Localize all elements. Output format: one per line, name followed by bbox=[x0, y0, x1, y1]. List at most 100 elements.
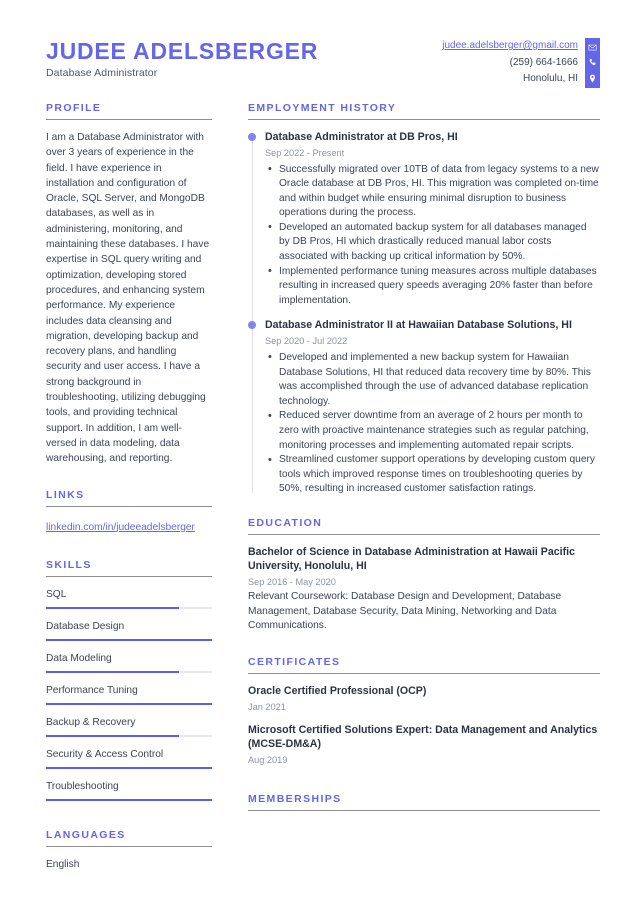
contact-email[interactable]: judee.adelsberger@gmail.com bbox=[442, 38, 578, 55]
section-divider bbox=[248, 533, 600, 535]
skill-row: SQL bbox=[46, 587, 212, 609]
section-title-certificates: CERTIFICATES bbox=[248, 656, 341, 669]
contact-block: judee.adelsberger@gmail.com (259) 664-16… bbox=[442, 32, 600, 88]
employment-entry: Database Administrator at DB Pros, HI Sep… bbox=[248, 130, 600, 318]
employment-bullet: Developed and implemented a new backup s… bbox=[265, 350, 600, 409]
timeline-dot-icon bbox=[248, 133, 256, 141]
contact-lines: judee.adelsberger@gmail.com (259) 664-16… bbox=[442, 38, 585, 88]
certificate-entry: Oracle Certified Professional (OCP) Jan 2… bbox=[248, 684, 600, 723]
section-divider bbox=[248, 809, 600, 811]
section-skills: SKILLS SQL Database Design Data Modeling Pe… bbox=[46, 559, 212, 801]
employment-entry: Database Administrator II at Hawaiian Da… bbox=[248, 318, 600, 498]
section-profile: PROFILE I am a Database Administrator wi… bbox=[46, 102, 212, 467]
links-list: linkedin.com/in/judeeadelsberger bbox=[46, 517, 212, 537]
phone-icon bbox=[588, 58, 597, 67]
employment-bullet: Reduced server downtime from an average … bbox=[265, 409, 600, 453]
resume-page: JUDEE ADELSBERGER Database Administrator… bbox=[0, 0, 640, 905]
skill-row: Data Modeling bbox=[46, 651, 212, 673]
education-entry: Bachelor of Science in Database Administ… bbox=[248, 545, 600, 638]
certificates-list: Oracle Certified Professional (OCP) Jan 2… bbox=[248, 684, 600, 767]
skills-list: SQL Database Design Data Modeling Performan… bbox=[46, 587, 212, 801]
section-divider bbox=[46, 575, 212, 577]
resume-body: PROFILE I am a Database Administrator wi… bbox=[46, 102, 600, 872]
section-title-skills: SKILLS bbox=[46, 558, 92, 571]
skill-label: Security & Access Control bbox=[46, 748, 164, 760]
skill-level-track bbox=[46, 670, 212, 673]
section-title-employment: EMPLOYMENT HISTORY bbox=[248, 102, 397, 114]
skill-label: Troubleshooting bbox=[46, 780, 119, 792]
resume-header: JUDEE ADELSBERGER Database Administrator… bbox=[46, 32, 600, 102]
language-item-english: English bbox=[46, 858, 80, 870]
employment-title: Database Administrator at DB Pros, HI bbox=[265, 131, 458, 143]
skill-level-fill bbox=[46, 638, 212, 641]
skill-level-fill bbox=[46, 606, 179, 609]
section-education: EDUCATION Bachelor of Science in Databas… bbox=[248, 517, 600, 638]
contact-icon-rail bbox=[585, 38, 600, 88]
section-title-links: LINKS bbox=[46, 488, 85, 501]
contact-location: Honolulu, HI bbox=[522, 73, 578, 84]
skill-label: Performance Tuning bbox=[46, 684, 138, 696]
section-links: LINKS linkedin.com/in/judeeadelsberger bbox=[46, 489, 212, 537]
employment-bullet: Successfully migrated over 10TB of data … bbox=[265, 162, 600, 221]
employment-bullets: Developed and implemented a new backup s… bbox=[265, 348, 600, 497]
skill-level-track bbox=[46, 702, 212, 705]
skill-level-fill bbox=[46, 734, 179, 737]
certificate-entry: Microsoft Certified Solutions Expert: Da… bbox=[248, 723, 600, 767]
main-column: EMPLOYMENT HISTORY Database Administrato… bbox=[226, 102, 600, 821]
employment-bullet: Streamlined customer support operations … bbox=[265, 453, 600, 497]
education-title: Bachelor of Science in Database Administ… bbox=[248, 545, 575, 573]
employment-bullet: Implemented performance tuning measures … bbox=[265, 264, 600, 309]
certificate-date: Aug 2019 bbox=[248, 754, 288, 765]
skill-level-fill bbox=[46, 702, 212, 705]
section-divider bbox=[46, 845, 212, 847]
section-divider bbox=[46, 505, 212, 507]
envelope-icon bbox=[588, 43, 597, 52]
section-memberships: MEMBERSHIPS bbox=[248, 793, 600, 811]
section-title-education: EDUCATION bbox=[248, 516, 323, 529]
certificate-title: Microsoft Certified Solutions Expert: Da… bbox=[248, 723, 598, 751]
employment-bullet: Developed an automated backup system for… bbox=[265, 220, 600, 265]
education-description: Relevant Coursework: Database Design and… bbox=[248, 590, 562, 632]
location-pin-icon bbox=[588, 74, 597, 83]
identity-block: JUDEE ADELSBERGER Database Administrator bbox=[46, 32, 318, 79]
skill-row: Backup & Recovery bbox=[46, 715, 212, 737]
contact-phone: (259) 664-1666 bbox=[509, 56, 578, 68]
skill-row: Security & Access Control bbox=[46, 747, 212, 769]
skill-level-fill bbox=[46, 766, 212, 769]
section-title-profile: PROFILE bbox=[46, 102, 102, 114]
employment-date: Sep 2022 - Present bbox=[265, 147, 345, 158]
link-item-linkedin[interactable]: linkedin.com/in/judeeadelsberger bbox=[46, 522, 195, 533]
skill-row: Troubleshooting bbox=[46, 779, 212, 801]
skill-level-track bbox=[46, 734, 212, 737]
section-languages: LANGUAGES English bbox=[46, 829, 212, 872]
profile-text: I am a Database Administrator with over … bbox=[46, 132, 210, 465]
candidate-job-title: Database Administrator bbox=[46, 67, 158, 80]
section-divider bbox=[248, 673, 600, 675]
skill-label: Backup & Recovery bbox=[46, 716, 136, 728]
employment-title: Database Administrator II at Hawaiian Da… bbox=[265, 319, 572, 332]
section-title-languages: LANGUAGES bbox=[46, 828, 126, 841]
skill-level-fill bbox=[46, 798, 212, 801]
section-divider bbox=[248, 119, 600, 120]
skill-level-track bbox=[46, 766, 212, 769]
section-divider bbox=[46, 119, 212, 120]
skill-level-fill bbox=[46, 670, 179, 673]
section-title-memberships: MEMBERSHIPS bbox=[248, 792, 342, 805]
employment-timeline: Database Administrator at DB Pros, HI Sep… bbox=[248, 130, 600, 499]
candidate-name: JUDEE ADELSBERGER bbox=[46, 38, 319, 64]
section-employment: EMPLOYMENT HISTORY Database Administrato… bbox=[248, 102, 600, 499]
skill-level-track bbox=[46, 606, 212, 609]
sidebar-column: PROFILE I am a Database Administrator wi… bbox=[46, 102, 226, 872]
skill-label: Data Modeling bbox=[46, 652, 112, 664]
skill-label: SQL bbox=[46, 588, 67, 600]
skill-label: Database Design bbox=[46, 620, 125, 632]
education-list: Bachelor of Science in Database Administ… bbox=[248, 545, 600, 638]
skill-row: Database Design bbox=[46, 619, 212, 641]
certificate-title: Oracle Certified Professional (OCP) bbox=[248, 685, 427, 698]
